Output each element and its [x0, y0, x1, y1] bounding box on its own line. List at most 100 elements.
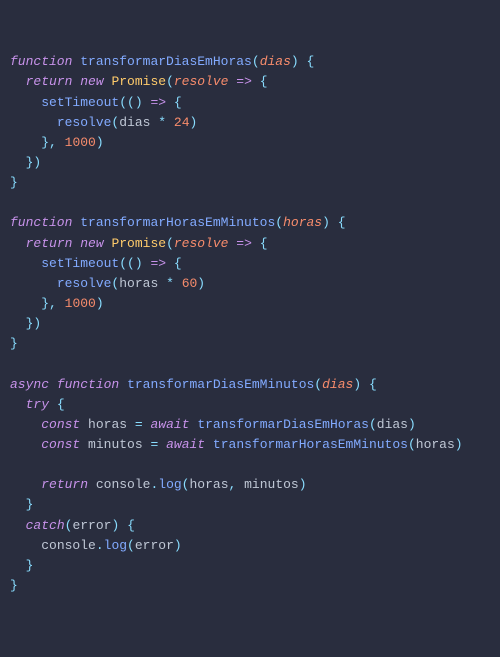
- brace: {: [369, 377, 377, 392]
- brace: {: [174, 95, 182, 110]
- variable: dias: [377, 417, 408, 432]
- number: 1000: [65, 296, 96, 311]
- paren: ): [96, 296, 104, 311]
- brace: {: [307, 54, 315, 69]
- paren: (: [119, 256, 127, 271]
- paren: ): [197, 276, 205, 291]
- paren: (: [252, 54, 260, 69]
- param: dias: [322, 377, 353, 392]
- keyword: return: [26, 236, 73, 251]
- keyword: const: [41, 417, 80, 432]
- keyword: async: [10, 377, 49, 392]
- brace: }: [41, 296, 49, 311]
- paren: ): [33, 155, 41, 170]
- function-name: transformarDiasEmHoras: [80, 54, 252, 69]
- brace: }: [10, 578, 18, 593]
- keyword: await: [151, 417, 190, 432]
- function-name: transformarHorasEmMinutos: [80, 215, 275, 230]
- function-call: setTimeout: [41, 95, 119, 110]
- arrow: =>: [236, 74, 252, 89]
- object: console: [96, 477, 151, 492]
- number: 24: [174, 115, 190, 130]
- class-name: Promise: [111, 74, 166, 89]
- brace: }: [41, 135, 49, 150]
- paren: (: [127, 538, 135, 553]
- arrow: =>: [236, 236, 252, 251]
- keyword: function: [10, 54, 72, 69]
- function-name: transformarDiasEmMinutos: [127, 377, 314, 392]
- keyword: new: [80, 236, 103, 251]
- param: resolve: [174, 236, 229, 251]
- comma: ,: [49, 135, 57, 150]
- keyword: return: [26, 74, 73, 89]
- comma: ,: [229, 477, 237, 492]
- operator: *: [166, 276, 174, 291]
- brace: {: [260, 74, 268, 89]
- paren: ): [455, 437, 463, 452]
- variable: horas: [416, 437, 455, 452]
- paren: ): [135, 95, 143, 110]
- paren: ): [353, 377, 361, 392]
- brace: }: [26, 497, 34, 512]
- method: log: [104, 538, 127, 553]
- param: dias: [260, 54, 291, 69]
- function-call: resolve: [57, 276, 112, 291]
- paren: (: [127, 95, 135, 110]
- keyword: const: [41, 437, 80, 452]
- paren: (: [119, 95, 127, 110]
- paren: (: [369, 417, 377, 432]
- variable: horas: [189, 477, 228, 492]
- paren: ): [111, 518, 119, 533]
- arrow: =>: [150, 256, 166, 271]
- function-call: transformarDiasEmHoras: [197, 417, 369, 432]
- operator: =: [135, 417, 143, 432]
- brace: {: [260, 236, 268, 251]
- function-call: transformarHorasEmMinutos: [213, 437, 408, 452]
- paren: ): [96, 135, 104, 150]
- paren: (: [275, 215, 283, 230]
- brace: }: [10, 175, 18, 190]
- variable: horas: [88, 417, 127, 432]
- paren: ): [174, 538, 182, 553]
- number: 60: [182, 276, 198, 291]
- keyword: try: [26, 397, 49, 412]
- object: console: [41, 538, 96, 553]
- number: 1000: [65, 135, 96, 150]
- dot: .: [96, 538, 104, 553]
- function-call: resolve: [57, 115, 112, 130]
- function-call: setTimeout: [41, 256, 119, 271]
- brace: }: [10, 336, 18, 351]
- brace: {: [174, 256, 182, 271]
- paren: (: [166, 74, 174, 89]
- class-name: Promise: [111, 236, 166, 251]
- method: log: [158, 477, 181, 492]
- keyword: return: [41, 477, 88, 492]
- paren: (: [408, 437, 416, 452]
- variable: minutos: [88, 437, 143, 452]
- paren: (: [166, 236, 174, 251]
- operator: *: [158, 115, 166, 130]
- keyword: function: [10, 215, 72, 230]
- paren: ): [33, 316, 41, 331]
- code-block: function transformarDiasEmHoras(dias) { …: [10, 52, 490, 596]
- paren: ): [135, 256, 143, 271]
- variable: error: [135, 538, 174, 553]
- variable: dias: [119, 115, 150, 130]
- brace: {: [57, 397, 65, 412]
- paren: ): [322, 215, 330, 230]
- paren: ): [291, 54, 299, 69]
- keyword: await: [166, 437, 205, 452]
- variable: minutos: [244, 477, 299, 492]
- variable: horas: [119, 276, 158, 291]
- paren: ): [408, 417, 416, 432]
- keyword: function: [57, 377, 119, 392]
- brace: {: [127, 518, 135, 533]
- param: resolve: [174, 74, 229, 89]
- paren: ): [190, 115, 198, 130]
- brace: }: [26, 558, 34, 573]
- variable: error: [72, 518, 111, 533]
- paren: (: [127, 256, 135, 271]
- arrow: =>: [150, 95, 166, 110]
- operator: =: [150, 437, 158, 452]
- comma: ,: [49, 296, 57, 311]
